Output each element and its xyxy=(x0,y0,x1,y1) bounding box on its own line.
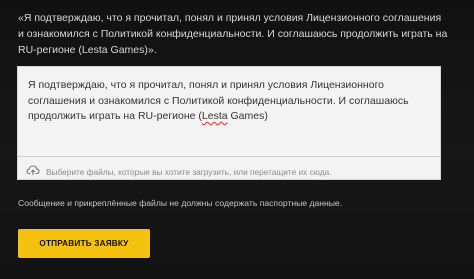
cloud-upload-icon xyxy=(26,163,40,181)
form-divider xyxy=(18,156,440,157)
file-upload-area[interactable]: Выберите файлы, которые вы хотите загруз… xyxy=(26,165,332,179)
message-form: Я подтверждаю, что я прочитал, понял и п… xyxy=(17,66,441,180)
agreement-quote: «Я подтверждаю, что я прочитал, понял и … xyxy=(18,12,448,56)
message-textarea[interactable]: Я подтверждаю, что я прочитал, понял и п… xyxy=(28,78,422,133)
upload-instructions: Выберите файлы, которые вы хотите загруз… xyxy=(46,167,332,177)
submit-request-button[interactable]: ОТПРАВИТЬ ЗАЯВКУ xyxy=(18,229,150,258)
message-text-after: Games) xyxy=(227,110,268,122)
misspelled-word: Lesta xyxy=(201,110,228,122)
passport-data-warning: Сообщение и прикреплённые файлы не должн… xyxy=(18,198,343,208)
